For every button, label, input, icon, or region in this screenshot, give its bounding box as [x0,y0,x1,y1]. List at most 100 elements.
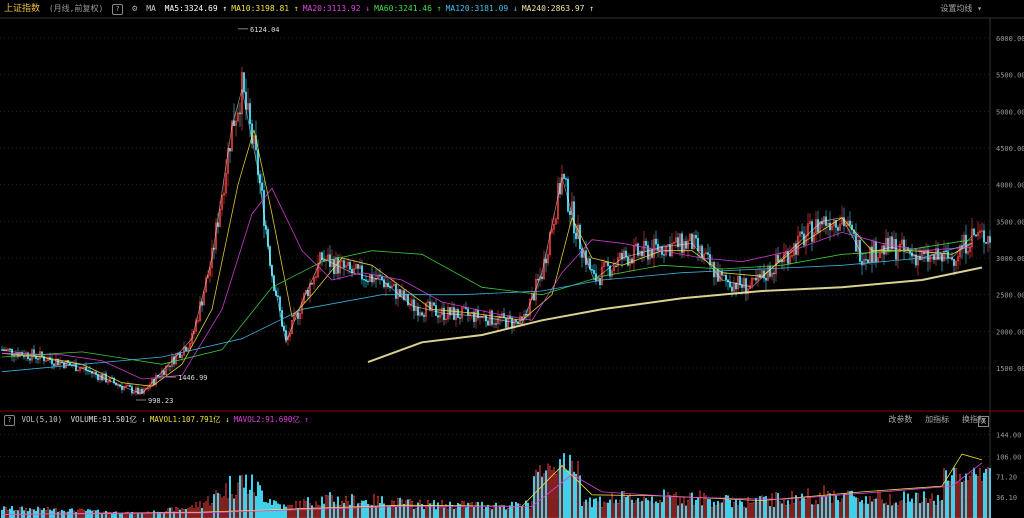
volume-bar [473,507,475,518]
volume-bar [645,498,647,518]
volume-bar [639,502,641,518]
volume-bar [351,494,353,518]
volume-bar [635,500,637,518]
annotation-label: 6124.04 [250,26,280,34]
candle-body [37,358,39,360]
volume-bar [717,501,719,518]
volume-bar [287,505,289,518]
candle-body [435,305,437,316]
volume-bar [391,500,393,518]
candle-body [883,245,885,255]
volume-bar [183,509,185,518]
volume-bar [285,506,287,518]
volume-bar [203,502,205,518]
candle-body [383,279,385,288]
volume-bar [939,501,941,518]
volume-bar [861,500,863,518]
volume-bar [199,501,201,518]
volume-bar [255,495,257,518]
volume-bar [115,511,117,518]
volume-bar [853,496,855,518]
candle-body [201,301,203,306]
volume-bar [871,501,873,518]
volume-bar [533,476,535,518]
volume-bar [743,506,745,518]
candle-body [413,299,415,311]
volume-bar [431,503,433,518]
volume-bar [105,510,107,518]
volume-bar [907,493,909,518]
candle-body [459,317,461,319]
candle-body [647,245,649,260]
volume-bar [471,502,473,518]
volume-bar [811,504,813,518]
volume-bar [797,497,799,518]
volume-bar [729,499,731,518]
candle-body [185,346,187,351]
volume-bar [695,500,697,518]
volume-bar [661,502,663,518]
volume-bar [437,502,439,518]
volume-bar [765,496,767,518]
volume-bar [531,501,533,518]
volume-bar [577,461,579,518]
volume-bar [747,497,749,518]
volume-bar [783,499,785,518]
volume-bar [243,487,245,518]
candle-body [691,233,693,250]
volume-bar [777,492,779,518]
candle-body [467,308,469,316]
volume-bar [217,492,219,518]
close-icon[interactable]: X [978,416,989,427]
volume-bar [223,496,225,518]
volume-bar [987,467,989,518]
volume-bar [967,480,969,518]
candle-body [457,309,459,318]
candle-body [811,221,813,242]
volume-bar [71,508,73,518]
candle-body [989,236,991,243]
edit-params-button[interactable]: 改参数 [888,415,912,424]
volume-bar [573,471,575,518]
volume-legend-item: MAVOL1:107.791亿 ↓ [149,415,230,424]
volume-bar [447,508,449,518]
candle-body [243,72,245,93]
volume-bar [885,502,887,518]
volume-bar [463,501,465,518]
volume-bar [687,499,689,518]
volume-bar [823,485,825,518]
candle-body [261,182,263,191]
volume-bar [289,505,291,518]
volume-bar [539,465,541,518]
volume-header: ? VOL(5,10) VOLUME:91.501亿 ↓ MAVOL1:107.7… [0,413,1024,427]
volume-bar [335,504,337,518]
volume-bar [497,507,499,518]
volume-bar [395,506,397,518]
candle-body [333,258,335,274]
volume-bar [283,504,285,518]
volume-bar [693,504,695,518]
candle-body [423,314,425,317]
volume-bar [3,506,5,518]
volume-bar [781,503,783,518]
volume-bar [553,467,555,518]
volume-bar [751,502,753,518]
volume-bar [279,504,281,518]
add-indicator-button[interactable]: 加指标 [925,415,949,424]
volume-bar [193,508,195,518]
candle-body [371,274,373,283]
volume-bar [581,505,583,518]
candle-body [769,265,771,277]
help-icon[interactable]: ? [4,415,15,426]
candle-body [953,259,955,266]
candle-body [655,238,657,245]
volume-bar [863,503,865,518]
volume-bar [483,509,485,518]
volume-bar [741,501,743,518]
volume-bar [551,470,553,518]
candle-body [163,370,165,375]
volume-bar [415,508,417,518]
candle-body [229,147,231,152]
volume-bar [501,504,503,518]
volume-bar [779,501,781,518]
